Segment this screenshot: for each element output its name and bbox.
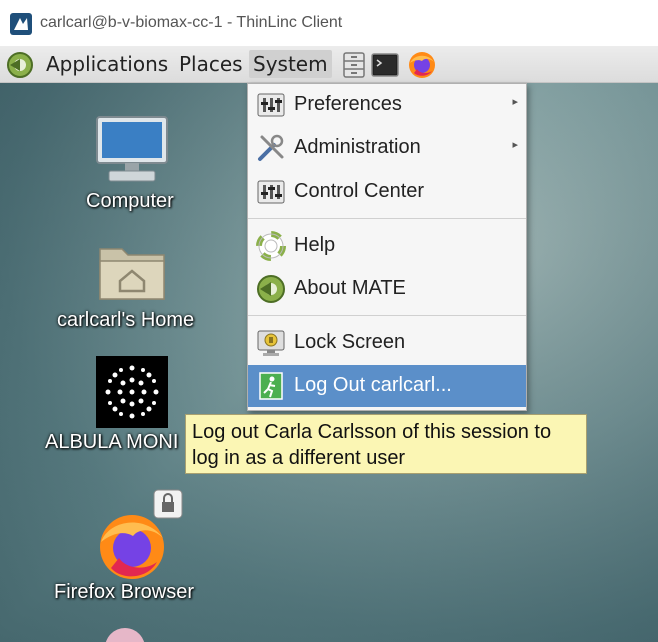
desktop-icon-label: carlcarl's Home bbox=[57, 309, 195, 331]
menu-separator bbox=[248, 315, 526, 316]
tooltip-line-1: Log out Carla Carlsson of this session t… bbox=[192, 421, 552, 443]
partial-desktop-icon bbox=[105, 628, 145, 642]
terminal-icon[interactable] bbox=[371, 51, 399, 79]
menu-item-label: Lock Screen bbox=[294, 331, 406, 353]
submenu-arrow-icon: ▸ bbox=[512, 138, 518, 151]
tools-icon bbox=[258, 134, 284, 161]
menu-item-preferences[interactable]: Preferences ▸ bbox=[248, 84, 526, 126]
logout-tooltip: Log out Carla Carlsson of this session t… bbox=[185, 414, 587, 474]
computer-icon bbox=[96, 116, 168, 182]
thinlinc-icon bbox=[10, 13, 32, 35]
firefox-icon bbox=[100, 515, 164, 579]
window-title: carlcarl@b-v-biomax-cc-1 - ThinLinc Clie… bbox=[40, 14, 343, 31]
lifebuoy-icon bbox=[256, 231, 286, 261]
desktop-icon-label: Firefox Browser bbox=[54, 581, 195, 603]
menu-applications[interactable]: Applications bbox=[42, 50, 172, 78]
tooltip-line-2: log in as a different user bbox=[192, 447, 406, 469]
menu-system[interactable]: System bbox=[249, 50, 332, 78]
mate-logo-icon bbox=[257, 275, 285, 303]
control-center-icon bbox=[257, 180, 285, 204]
menu-separator bbox=[248, 218, 526, 219]
desktop-icon-label: ALBULA MONI bbox=[45, 431, 179, 453]
lock-screen-icon bbox=[257, 330, 285, 356]
system-menu: Preferences ▸ Administration ▸ Control C… bbox=[247, 83, 527, 411]
desktop-icon-computer[interactable]: Computer bbox=[0, 83, 270, 213]
mate-logo-icon[interactable] bbox=[6, 51, 34, 79]
menu-item-label: About MATE bbox=[294, 277, 406, 299]
menu-item-about-mate[interactable]: About MATE bbox=[248, 268, 526, 310]
window-titlebar: carlcarl@b-v-biomax-cc-1 - ThinLinc Clie… bbox=[0, 0, 658, 46]
menu-item-label: Control Center bbox=[294, 180, 425, 202]
menu-item-lock-screen[interactable]: Lock Screen bbox=[248, 322, 526, 364]
top-panel: Applications Places System bbox=[0, 46, 658, 83]
menu-item-label: Help bbox=[294, 234, 336, 256]
firefox-icon[interactable] bbox=[408, 51, 436, 79]
menu-item-label: Administration bbox=[294, 136, 421, 158]
menu-item-administration[interactable]: Administration ▸ bbox=[248, 127, 526, 169]
desktop-icon-label: Computer bbox=[86, 190, 174, 212]
logout-icon bbox=[259, 372, 283, 400]
desktop-icon-firefox[interactable]: Firefox Browser bbox=[0, 485, 270, 615]
file-cabinet-icon[interactable] bbox=[340, 51, 368, 79]
menu-item-control-center[interactable]: Control Center bbox=[248, 171, 526, 213]
menu-item-log-out[interactable]: Log Out carlcarl... bbox=[248, 365, 526, 407]
home-folder-icon bbox=[99, 248, 165, 300]
albula-icon bbox=[96, 356, 168, 428]
menu-places[interactable]: Places bbox=[175, 50, 247, 78]
menu-item-label: Preferences bbox=[294, 93, 402, 115]
menu-item-label: Log Out carlcarl... bbox=[294, 374, 452, 396]
menu-item-help[interactable]: Help bbox=[248, 225, 526, 267]
desktop-icon-home[interactable]: carlcarl's Home bbox=[0, 233, 270, 343]
submenu-arrow-icon: ▸ bbox=[512, 95, 518, 108]
preferences-icon bbox=[257, 93, 285, 117]
